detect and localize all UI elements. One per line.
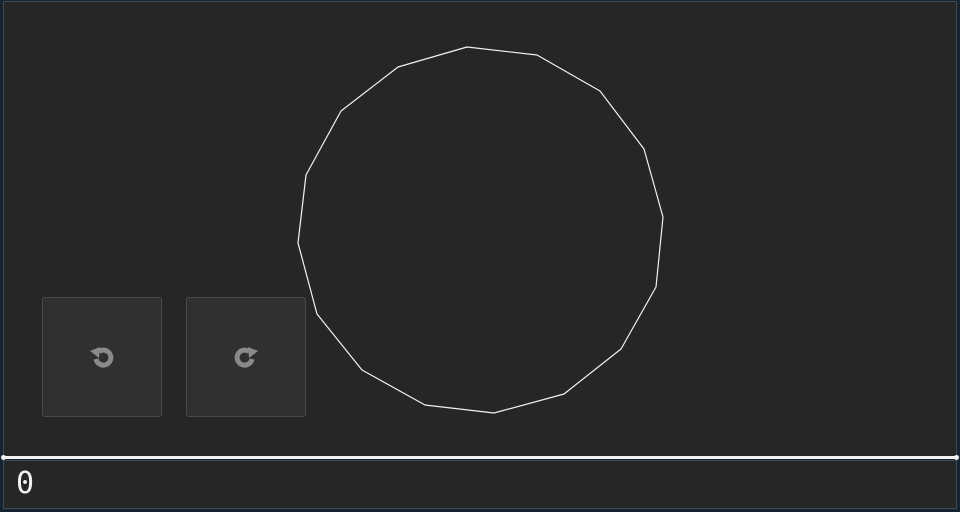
status-bar: 0	[3, 460, 957, 509]
rotate-counterclockwise-icon	[90, 347, 114, 368]
rotate-left-button[interactable]	[42, 297, 162, 417]
rolling-ball	[297, 46, 664, 414]
divider-line	[1, 455, 959, 460]
rotate-right-button[interactable]	[186, 297, 306, 417]
game-window: 0	[0, 0, 960, 512]
play-area[interactable]	[3, 1, 957, 457]
score-counter: 0	[16, 466, 36, 501]
rotate-clockwise-icon	[234, 347, 258, 368]
